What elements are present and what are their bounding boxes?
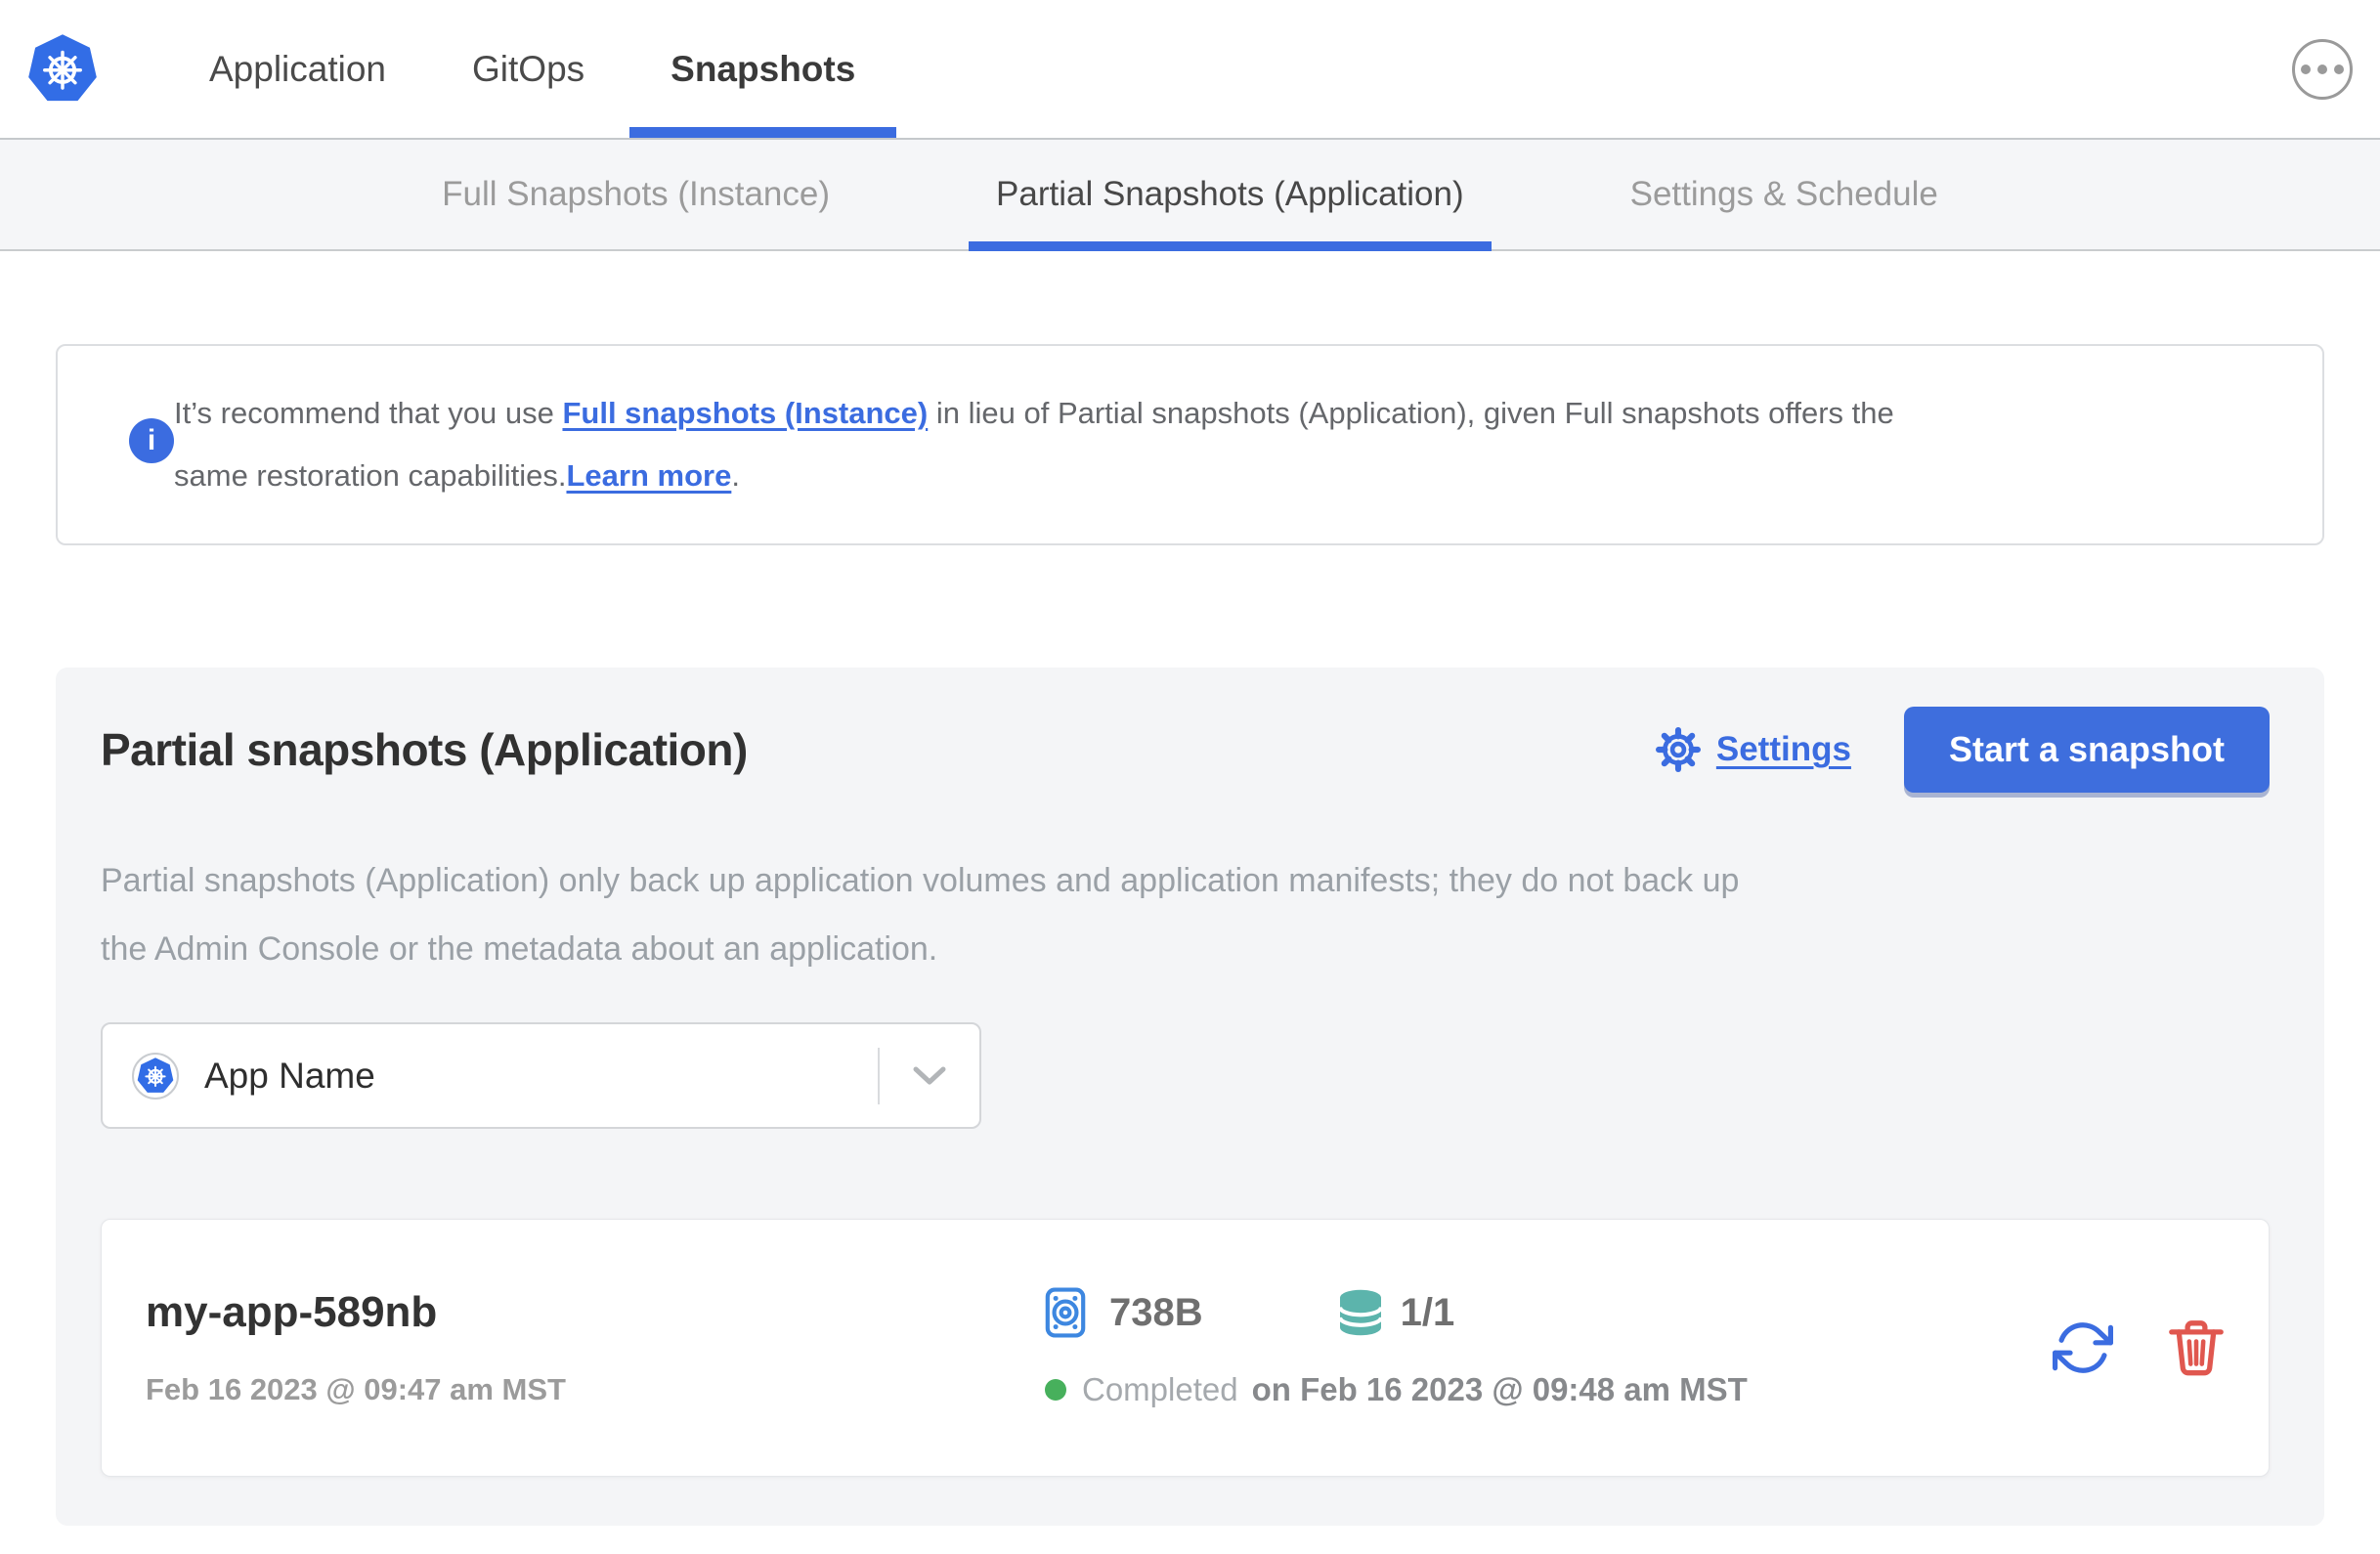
panel-header: Partial snapshots (Application) Settings… (101, 707, 2270, 793)
snapshot-size: 738B (1109, 1290, 1203, 1334)
banner-line2-text: same restoration capabilities. (174, 458, 567, 493)
snapshot-identity: my-app-589nb Feb 16 2023 @ 09:47 am MST (102, 1288, 1045, 1408)
snapshot-row: my-app-589nb Feb 16 2023 @ 09:47 am MST (101, 1219, 2270, 1477)
snapshot-actions (2053, 1317, 2225, 1378)
info-icon: i (129, 418, 174, 463)
primary-nav: Application GitOps Snapshots (209, 0, 897, 138)
delete-snapshot-button[interactable] (2168, 1318, 2225, 1377)
disk-icon (1045, 1287, 1086, 1338)
app-name-value: App Name (204, 1055, 375, 1096)
info-banner: i It’s recommend that you use Full snaps… (56, 344, 2324, 545)
settings-link-label: Settings (1715, 730, 1851, 768)
trash-icon (2169, 1320, 2224, 1376)
snapshot-name: my-app-589nb (146, 1287, 438, 1336)
snapshot-settings-link[interactable]: Settings (1655, 727, 1851, 772)
panel-description-line2: the Admin Console or the metadata about … (101, 930, 938, 968)
kubernetes-logo (25, 0, 100, 138)
banner-line1-text: It’s recommend that you use (174, 396, 563, 430)
restore-icon (2053, 1322, 2113, 1373)
nav-item-snapshots[interactable]: Snapshots (629, 0, 897, 138)
tab-settings-schedule[interactable]: Settings & Schedule (1630, 140, 1938, 249)
overflow-menu-button[interactable] (2292, 38, 2353, 100)
status-dot-icon (1045, 1379, 1066, 1401)
start-snapshot-button[interactable]: Start a snapshot (1903, 707, 2270, 793)
gear-icon (1655, 727, 1701, 772)
main-content: i It’s recommend that you use Full snaps… (0, 344, 2380, 1526)
chevron-down-icon (880, 1065, 979, 1087)
snapshot-metrics: 738B 1/1 (1045, 1287, 1748, 1338)
status-label: Completed (1082, 1371, 1238, 1407)
kubernetes-icon (132, 1052, 179, 1100)
full-snapshots-instance-link[interactable]: Full snapshots (Instance) (562, 396, 928, 430)
ellipsis-icon (2301, 64, 2311, 74)
database-icon (1336, 1289, 1385, 1336)
tab-partial-snapshots-application[interactable]: Partial Snapshots (Application) (969, 140, 1492, 251)
partial-snapshots-panel: Partial snapshots (Application) Settings… (56, 668, 2324, 1526)
panel-actions: Settings Start a snapshot (1655, 707, 2270, 793)
panel-description: Partial snapshots (Application) only bac… (101, 846, 2270, 983)
snapshot-started-timestamp: Feb 16 2023 @ 09:47 am MST (146, 1372, 566, 1407)
snapshot-status: Completed on Feb 16 2023 @ 09:48 am MST (1045, 1371, 1748, 1408)
snapshot-finished-timestamp: on Feb 16 2023 @ 09:48 am MST (1251, 1371, 1748, 1407)
nav-item-gitops[interactable]: GitOps (472, 0, 584, 138)
kubernetes-logo-icon (28, 33, 97, 101)
top-nav: Application GitOps Snapshots (0, 0, 2380, 140)
snapshot-details: 738B 1/1 Completed on Feb 16 2023 @ 09:4… (1045, 1287, 1748, 1408)
snapshot-volume-count: 1/1 (1400, 1290, 1455, 1334)
banner-line1-tail: in lieu of Partial snapshots (Applicatio… (928, 396, 1894, 430)
panel-title: Partial snapshots (Application) (101, 724, 748, 775)
app-name-dropdown[interactable]: App Name (101, 1022, 981, 1129)
learn-more-link[interactable]: Learn more (566, 458, 731, 493)
banner-text: It’s recommend that you use Full snapsho… (174, 382, 1894, 507)
nav-item-application[interactable]: Application (209, 0, 386, 138)
restore-snapshot-button[interactable] (2053, 1317, 2113, 1378)
tab-full-snapshots-instance[interactable]: Full Snapshots (Instance) (442, 140, 830, 249)
snapshots-sub-nav: Full Snapshots (Instance) Partial Snapsh… (0, 140, 2380, 251)
panel-description-line1: Partial snapshots (Application) only bac… (101, 862, 1740, 899)
banner-line2-tail: . (731, 458, 740, 493)
